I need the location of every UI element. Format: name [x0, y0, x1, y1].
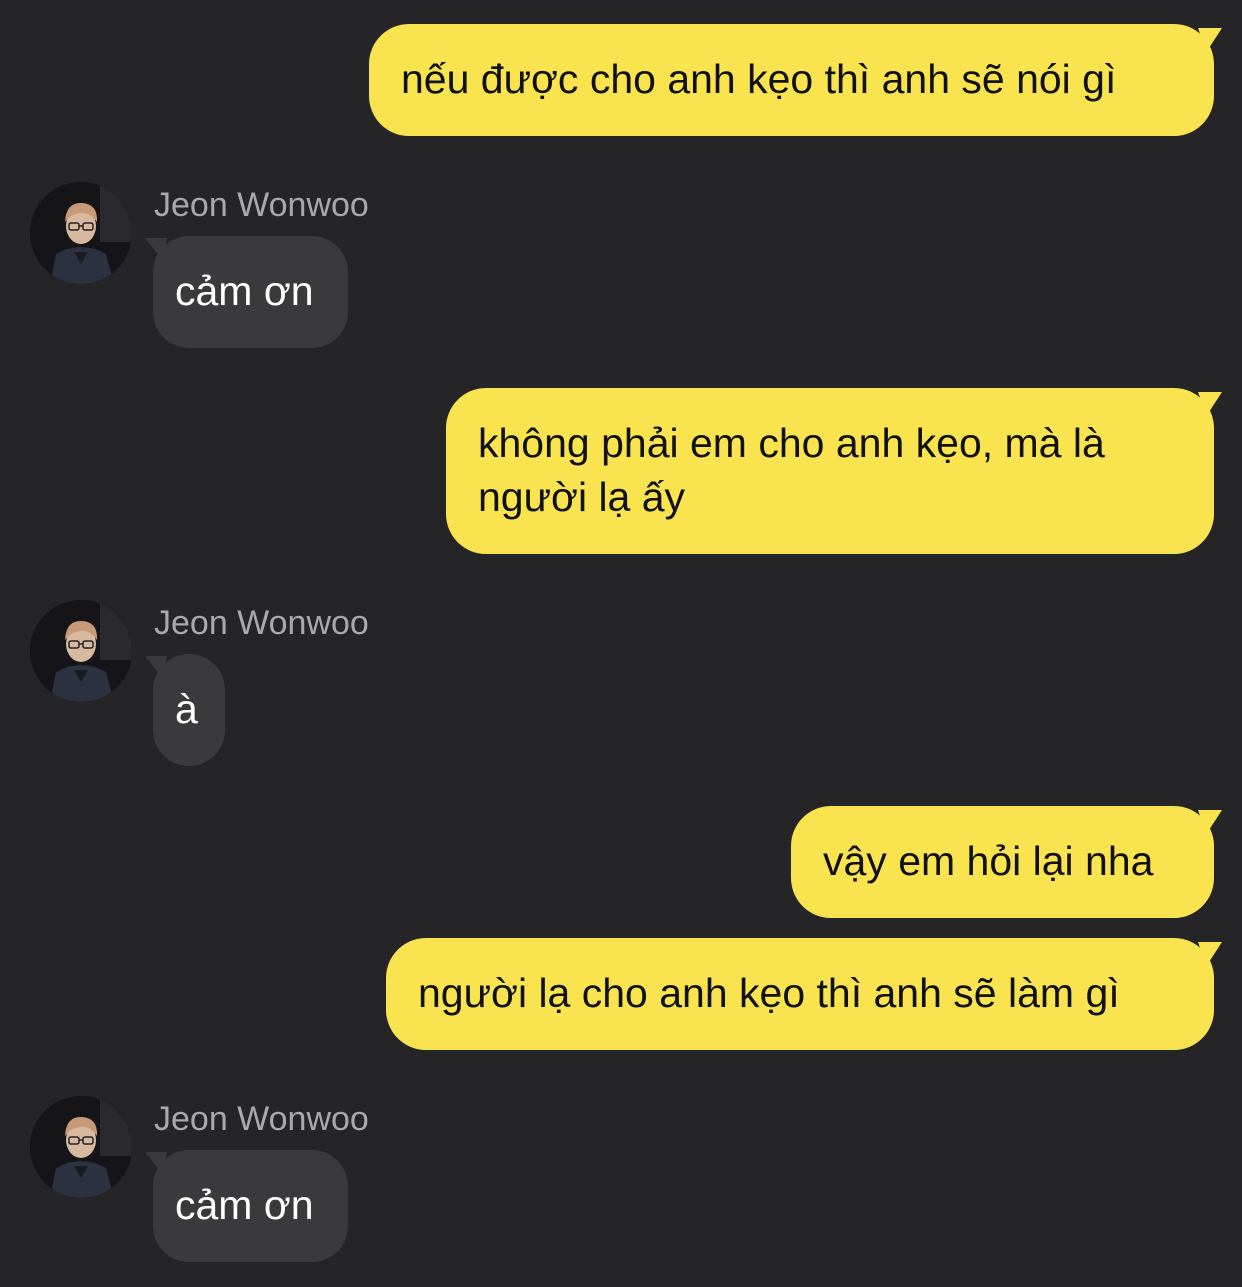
sender-name: Jeon Wonwoo: [154, 1100, 369, 1138]
outgoing-message-bubble[interactable]: người lạ cho anh kẹo thì anh sẽ làm gì: [386, 938, 1214, 1050]
message-text: vậy em hỏi lại nha: [823, 838, 1154, 884]
outgoing-message-bubble[interactable]: không phải em cho anh kẹo, mà là người l…: [446, 388, 1214, 554]
profile-photo-icon[interactable]: [30, 600, 132, 702]
incoming-message-bubble[interactable]: cảm ơn: [153, 236, 348, 348]
outgoing-message-bubble[interactable]: nếu được cho anh kẹo thì anh sẽ nói gì: [369, 24, 1214, 136]
incoming-message-bubble[interactable]: à: [153, 654, 225, 766]
message-text: à: [175, 686, 198, 732]
message-text: nếu được cho anh kẹo thì anh sẽ nói gì: [401, 56, 1117, 102]
profile-photo-icon[interactable]: [30, 182, 132, 284]
avatar-image: [30, 600, 132, 702]
message-text: không phải em cho anh kẹo, mà là người l…: [478, 420, 1105, 520]
profile-photo-icon[interactable]: [30, 1096, 132, 1198]
message-text: cảm ơn: [175, 268, 314, 314]
sender-name: Jeon Wonwoo: [154, 186, 369, 224]
outgoing-message-bubble[interactable]: vậy em hỏi lại nha: [791, 806, 1214, 918]
avatar-image: [30, 182, 132, 284]
message-text: người lạ cho anh kẹo thì anh sẽ làm gì: [418, 970, 1120, 1016]
message-text: cảm ơn: [175, 1182, 314, 1228]
incoming-message-bubble[interactable]: cảm ơn: [153, 1150, 348, 1262]
avatar-image: [30, 1096, 132, 1198]
sender-name: Jeon Wonwoo: [154, 604, 369, 642]
